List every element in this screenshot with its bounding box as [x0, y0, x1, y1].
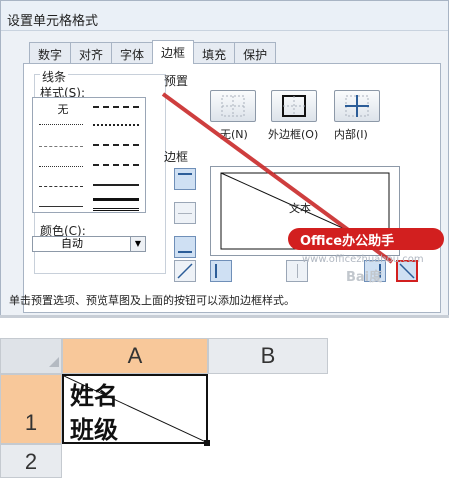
site-watermark: www.officezhuahou.com [302, 254, 424, 265]
preset-outline-icon [282, 95, 306, 117]
line-style-double[interactable] [93, 208, 139, 211]
corner-triangle-icon [49, 357, 59, 367]
line-style-dashdotdot[interactable] [93, 124, 139, 126]
line-style-thin[interactable] [39, 206, 83, 207]
cell-a1-line1: 姓名 [70, 382, 118, 410]
column-header-a[interactable]: A [62, 338, 208, 374]
dialog-title: 设置单元格格式 [1, 1, 448, 31]
row-header-2[interactable]: 2 [0, 444, 62, 478]
line-style-dotted-2[interactable] [39, 166, 83, 167]
border-top-icon [178, 173, 192, 175]
chevron-down-icon[interactable]: ▼ [130, 237, 145, 251]
line-style-dashed[interactable] [39, 186, 83, 187]
line-style-medium-dashed[interactable] [93, 144, 139, 146]
tab-alignment[interactable]: 对齐 [70, 42, 113, 64]
border-top-button[interactable] [174, 168, 196, 190]
border-diagonal-up-button[interactable] [174, 260, 196, 282]
column-header-b[interactable]: B [208, 338, 328, 374]
line-style-dotted[interactable] [39, 124, 83, 125]
preview-text: 文本 [289, 202, 311, 215]
border-label: 边框 [164, 150, 189, 164]
line-style-list[interactable]: 无 [32, 97, 146, 213]
border-left-icon [215, 264, 217, 278]
section-divider [0, 315, 449, 318]
dialog-tabs: 数字 对齐 字体 边框 填充 保护 [29, 40, 277, 64]
tab-number[interactable]: 数字 [29, 42, 72, 64]
line-section-label: 线条 [40, 68, 69, 85]
border-center-icon [297, 264, 298, 278]
tab-font[interactable]: 字体 [111, 42, 154, 64]
border-left-button[interactable] [210, 260, 232, 282]
presets-label: 预置 [164, 74, 189, 88]
row-header-1[interactable]: 1 [0, 374, 62, 444]
spreadsheet: A B 1 2 姓名 班级 [0, 338, 449, 496]
color-value: 自动 [61, 237, 83, 250]
tab-fill[interactable]: 填充 [193, 42, 236, 64]
diagonal-up-icon [177, 263, 193, 279]
border-middle-icon [178, 213, 192, 214]
line-style-dashdot[interactable] [93, 106, 139, 108]
preset-outline-label: 外边框(O) [268, 128, 319, 141]
tab-border[interactable]: 边框 [152, 40, 195, 64]
cell-a1-line2: 班级 [70, 416, 118, 444]
preset-none-label: 无(N) [220, 128, 248, 141]
color-select[interactable]: 自动 ▼ [32, 236, 146, 252]
line-style-thick[interactable] [93, 198, 139, 201]
line-style-medium[interactable] [93, 184, 139, 186]
hint-text: 单击预置选项、预览草图及上面的按钮可以添加边框样式。 [9, 294, 295, 307]
tab-protection[interactable]: 保护 [234, 42, 277, 64]
preset-inside-label: 内部(I) [334, 128, 368, 141]
cell-a1[interactable]: 姓名 班级 [62, 374, 208, 444]
preset-none-icon [221, 95, 245, 117]
line-style-dashdot-fine[interactable] [39, 146, 83, 147]
preset-none-button[interactable] [210, 90, 256, 122]
fill-handle[interactable] [204, 440, 210, 446]
border-inside-horizontal-button[interactable] [174, 202, 196, 224]
style-none-option[interactable]: 无 [41, 101, 85, 117]
preset-outline-button[interactable] [271, 90, 317, 122]
brand-badge: Office办公助手 [288, 228, 444, 250]
baidu-watermark: Bai度 [346, 270, 383, 285]
border-bottom-icon [178, 251, 192, 253]
border-bottom-button[interactable] [174, 236, 196, 258]
select-all-corner[interactable] [0, 338, 62, 374]
preset-inside-icon [345, 95, 369, 117]
preset-inside-button[interactable] [334, 90, 380, 122]
line-style-medium-dashdot[interactable] [93, 164, 139, 166]
